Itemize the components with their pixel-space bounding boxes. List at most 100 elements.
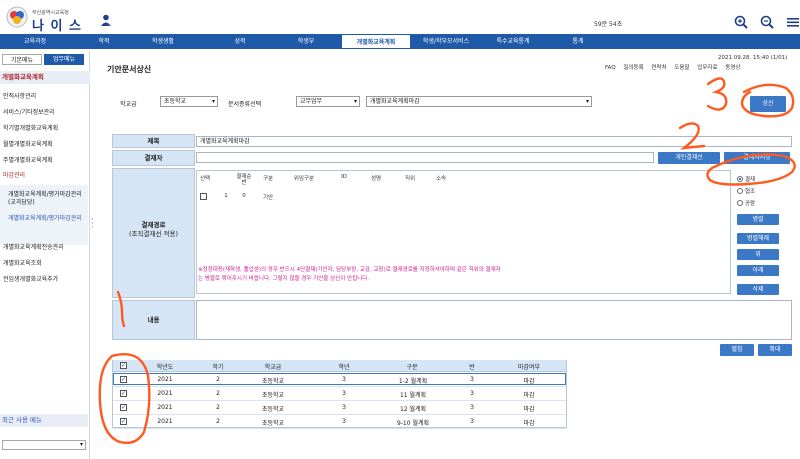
personal-approval-line-button[interactable]: 개인결재선 [658,152,720,164]
doc-type-label: 문서종류선택 [228,101,262,108]
tab-work-menu[interactable]: 업무메뉴 [44,54,84,65]
grid-col: 마감여부 [517,364,541,371]
radio-icon [737,176,743,182]
approval-row-checkbox[interactable] [200,193,207,200]
school-level-select[interactable]: 초등학교 ▾ [160,96,218,107]
grid-col: 학교급 [264,364,282,371]
move-down-button[interactable]: 아래 [737,265,779,276]
nav-item[interactable]: 학생생활 [138,34,188,49]
nav-item[interactable]: 학생/학부모서비스 [413,34,479,49]
radio-review[interactable]: 공람 [737,199,755,207]
radio-label: 협조 [745,189,756,195]
grid-col: 구분 [406,364,418,371]
sidebar-item[interactable]: 전입생개별화교육추가 [3,276,58,284]
zoom-in-icon[interactable] [734,15,748,29]
nav-item[interactable]: 학생부 [284,34,328,49]
grid-cell: 초등학교 [261,378,285,385]
chevron-down-icon: ▾ [79,441,83,448]
grid-cell: 초등학교 [261,420,285,427]
grid-cell: 마감 [523,406,535,413]
nav-item[interactable]: 통계 [556,34,600,49]
faq-link[interactable]: FAQ [605,65,616,71]
doc-kind-select[interactable]: 개별화교육계획마감 ▾ [366,96,592,107]
contact-link[interactable]: 연락처 [651,65,666,71]
nav-item-active[interactable]: 개별화교육계획 [341,34,411,49]
row-divider [113,428,566,429]
user-icon[interactable] [100,14,112,26]
video-link[interactable]: 동영상 [725,65,740,71]
parallel-button[interactable]: 병렬 [737,214,779,225]
col-order: 결재순번 [236,174,252,186]
sidebar-collapse-handle[interactable]: · · · [91,216,94,232]
collapse-button[interactable]: 펼침 [720,344,754,356]
grid-cell: 3 [470,376,474,383]
col-delegation: 위임구분 [293,176,315,182]
nav-item[interactable]: 교육과정 [10,34,60,49]
grid-cell: 1-2 월계획 [398,378,428,385]
approval-row-order: 0 [242,193,246,199]
row-checkbox[interactable]: ✓ [120,404,127,411]
sidebar-item[interactable]: 주별개별화교육계획 [3,157,53,165]
sidebar-subitem-selected[interactable]: 개별화교육계획/평가마감관리 [8,215,84,223]
col-affiliation: 소속 [435,176,447,182]
row-checkbox[interactable]: ✓ [120,376,127,383]
delete-button[interactable]: 삭제 [737,284,779,295]
unparallel-button[interactable]: 병렬해제 [737,233,779,244]
row-divider [113,414,566,415]
radio-cooperation[interactable]: 협조 [737,187,755,195]
sidebar-item[interactable]: 서비스/기타정보관리 [3,109,55,117]
grid-cell: 2021 [157,390,173,397]
chevron-down-icon: ▾ [353,98,357,105]
tab-basic-menu[interactable]: 기본메뉴 [2,54,42,65]
sidebar-subitem[interactable]: 개별화교육계획/평가마감관리(교과담당) [8,191,84,207]
sidebar-item[interactable]: 개별화교육계획전송관리 [3,244,64,252]
row-divider [113,400,566,401]
sidebar-item[interactable]: 개별화교육조회 [3,260,42,268]
help-link[interactable]: 도움말 [674,65,689,71]
grid-cell: 2 [216,376,220,383]
radio-label: 결재 [745,177,756,183]
docs-link[interactable]: 업무자료 [697,65,717,71]
grid-cell: 3 [470,404,474,411]
move-up-button[interactable]: 위 [737,249,779,260]
sidebar-submenu: 개별화교육계획/평가마감관리(교과담당) 개별화교육계획/평가마감관리 [0,185,88,245]
col-select: 선택 [199,176,211,182]
approval-notice: ※정정대장(재학생, 졸업생)의 경우 반드시 4단결재(기안자, 담당부장, … [198,266,718,284]
menu-icon[interactable] [786,15,800,29]
sidebar-item[interactable]: 월별개별화교육계획 [3,141,53,149]
question-link[interactable]: 질의등록 [623,65,643,71]
row-divider [113,386,566,387]
nav-item[interactable]: 특수교육통계 [482,34,544,49]
grid-cell: 9-10 월계획 [396,420,430,427]
grid-cell: 3 [470,390,474,397]
nav-item[interactable]: 성적 [218,34,262,49]
expand-button[interactable]: 확대 [758,344,792,356]
grid-cell: 마감 [523,420,535,427]
sidebar-item-closing[interactable]: 마감관리 [3,172,25,180]
sidebar-item[interactable]: 인적사항관리 [3,93,36,101]
radio-approval[interactable]: 결재 [737,175,755,183]
neis-logo [6,6,28,28]
grid-cell: 3 [470,418,474,425]
content-label: 내용 [112,300,195,340]
main-nav: 교육과정 학적 학생생활 성적 학생부 개별화교육계획 학생/학부모서비스 특수… [0,34,800,49]
doc-type-select[interactable]: 교무업무 ▾ [296,96,360,107]
set-approver-button[interactable]: 결재자지정 [724,152,790,164]
approver-field[interactable] [196,152,654,163]
row-checkbox[interactable]: ✓ [120,390,127,397]
grid-cell: 11 월계획 [399,392,427,399]
content-textarea[interactable] [196,300,792,340]
row-checkbox[interactable]: ✓ [120,418,127,425]
grid-col: 학기 [212,364,224,371]
recent-menu-select[interactable]: ▾ [2,440,86,450]
title-field[interactable]: 개별화교육계획마감 [196,136,792,147]
grid-col: 학년 [338,364,350,371]
zoom-out-icon[interactable] [760,15,774,29]
chevron-down-icon: ▾ [585,98,589,105]
sidebar-item[interactable]: 학기별개별화교육계획 [3,125,58,133]
nav-item[interactable]: 학적 [82,34,126,49]
submit-button[interactable]: 상신 [750,96,786,112]
radio-label: 공람 [745,201,756,207]
sidebar-section-title: 개별화교육계획 [0,71,90,84]
select-all-checkbox[interactable]: ✓ [120,362,127,369]
